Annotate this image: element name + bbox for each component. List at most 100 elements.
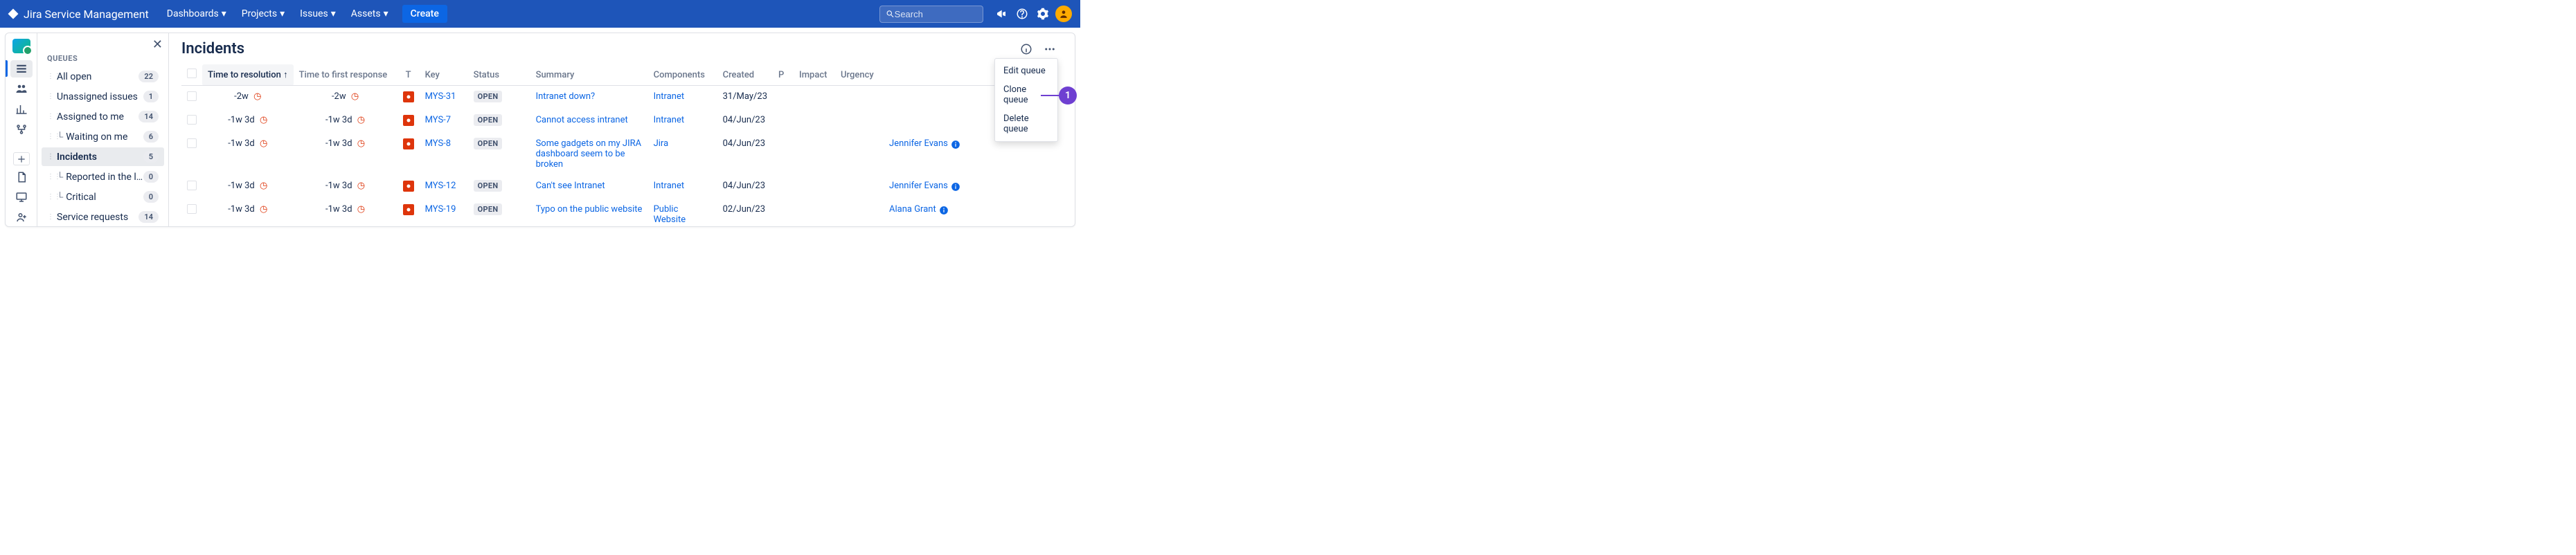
issue-key-link[interactable]: MYS-12 xyxy=(425,181,456,191)
row-checkbox[interactable] xyxy=(187,115,197,125)
queue-label: Incidents xyxy=(57,152,143,163)
component-link[interactable]: Public Website xyxy=(654,204,686,225)
megaphone-icon[interactable] xyxy=(992,4,1011,24)
component-link[interactable]: Intranet xyxy=(654,181,685,191)
rail-customers[interactable] xyxy=(10,80,33,98)
chevron-down-icon: ▾ xyxy=(222,8,226,19)
menu-projects[interactable]: Projects▾ xyxy=(236,4,290,24)
component-link[interactable]: Intranet xyxy=(654,91,685,102)
issue-type-incident-icon xyxy=(403,181,414,192)
queue-count-badge: 0 xyxy=(143,191,159,203)
drag-handle-icon: ⋮⋮ xyxy=(47,173,54,181)
status-badge: OPEN xyxy=(474,180,503,192)
menu-label: Assets xyxy=(351,8,381,19)
created-date: 04/Jun/23 xyxy=(717,133,773,175)
rail-monitor[interactable] xyxy=(10,189,33,206)
rail-reports[interactable] xyxy=(10,100,33,118)
queue-item[interactable]: ⋮⋮Assigned to me14 xyxy=(42,107,164,126)
rail-invite[interactable] xyxy=(10,209,33,226)
col-time-to-first[interactable]: Time to first response xyxy=(294,64,397,86)
menu-issues[interactable]: Issues▾ xyxy=(294,4,341,24)
issue-type-incident-icon xyxy=(403,91,414,102)
queue-item[interactable]: ⋮⋮└Waiting on me6 xyxy=(42,127,164,146)
drag-handle-icon: ⋮⋮ xyxy=(47,193,54,201)
avatar[interactable] xyxy=(1054,4,1073,24)
search-icon xyxy=(886,9,895,19)
select-all-checkbox[interactable] xyxy=(187,69,197,78)
assignee-link[interactable]: Alana Grant xyxy=(889,204,936,215)
queue-item[interactable]: ⋮⋮└Critical0 xyxy=(42,188,164,206)
info-icon[interactable] xyxy=(939,206,949,215)
issue-key-link[interactable]: MYS-31 xyxy=(425,91,456,102)
time-to-first-response: -1w 3d ◷ xyxy=(294,175,397,199)
summary-link[interactable]: Can't see Intranet xyxy=(536,181,605,191)
info-icon[interactable] xyxy=(951,140,960,149)
create-button[interactable]: Create xyxy=(402,5,447,23)
gear-icon[interactable] xyxy=(1033,4,1053,24)
help-icon[interactable] xyxy=(1012,4,1032,24)
rail-tree[interactable] xyxy=(10,120,33,138)
more-icon[interactable] xyxy=(1041,41,1058,57)
queue-label: Unassigned issues xyxy=(57,91,143,102)
status-badge: OPEN xyxy=(474,114,503,126)
queue-item[interactable]: ⋮⋮Unassigned issues1 xyxy=(42,87,164,106)
summary-link[interactable]: Some gadgets on my JIRA dashboard seem t… xyxy=(536,138,642,170)
top-menu: Dashboards▾ Projects▾ Issues▾ Assets▾ Cr… xyxy=(161,4,447,24)
issue-type-incident-icon xyxy=(403,138,414,149)
summary-link[interactable]: Typo on the public website xyxy=(536,204,643,215)
clock-breach-icon: ◷ xyxy=(357,115,365,125)
issue-key-link[interactable]: MYS-19 xyxy=(425,204,456,215)
info-icon[interactable] xyxy=(1018,41,1035,57)
jira-icon xyxy=(7,8,19,20)
row-checkbox[interactable] xyxy=(187,91,197,101)
queue-item[interactable]: ⋮⋮Service requests14 xyxy=(42,208,164,226)
queue-item[interactable]: ⋮⋮All open22 xyxy=(42,67,164,86)
callout-number: 1 xyxy=(1059,87,1077,104)
issues-table: Time to resolution ↑ Time to first respo… xyxy=(181,64,1058,226)
issue-key-link[interactable]: MYS-8 xyxy=(425,138,451,149)
col-impact[interactable]: Impact xyxy=(794,64,835,86)
rail-queues[interactable] xyxy=(10,60,33,78)
col-urgency[interactable]: Urgency xyxy=(835,64,884,86)
project-icon[interactable] xyxy=(12,39,30,53)
search-box[interactable] xyxy=(879,6,983,23)
close-sidebar[interactable]: ✕ xyxy=(152,37,163,52)
component-link[interactable]: Intranet xyxy=(654,115,685,125)
component-link[interactable]: Jira xyxy=(654,138,669,149)
queue-count-badge: 5 xyxy=(143,151,159,163)
menu-dashboards[interactable]: Dashboards▾ xyxy=(161,4,232,24)
col-key[interactable]: Key xyxy=(420,64,468,86)
info-icon[interactable] xyxy=(951,182,960,192)
col-created[interactable]: Created xyxy=(717,64,773,86)
queue-item[interactable]: ⋮⋮└Reported in the l...0 xyxy=(42,167,164,186)
issue-key-link[interactable]: MYS-7 xyxy=(425,115,451,125)
summary-link[interactable]: Intranet down? xyxy=(536,91,596,102)
queue-count-badge: 0 xyxy=(143,171,159,183)
assignee-link[interactable]: Jennifer Evans xyxy=(889,138,948,149)
col-status[interactable]: Status xyxy=(468,64,530,86)
row-checkbox[interactable] xyxy=(187,181,197,190)
col-priority[interactable]: P xyxy=(773,64,794,86)
search-input[interactable] xyxy=(895,9,977,19)
rail-doc[interactable] xyxy=(10,168,33,185)
col-time-to-resolution[interactable]: Time to resolution ↑ xyxy=(202,64,294,86)
drag-handle-icon: ⋮⋮ xyxy=(47,133,54,140)
queue-item[interactable]: ⋮⋮Incidents5 xyxy=(42,147,164,166)
summary-link[interactable]: Cannot access intranet xyxy=(536,115,628,125)
product-name: Jira Service Management xyxy=(24,8,149,21)
menu-label: Issues xyxy=(300,8,328,19)
chevron-down-icon: ▾ xyxy=(280,8,285,19)
time-to-resolution: -2w ◷ xyxy=(202,86,294,110)
chevron-down-icon: ▾ xyxy=(331,8,336,19)
row-checkbox[interactable] xyxy=(187,138,197,148)
menu-assets[interactable]: Assets▾ xyxy=(346,4,394,24)
col-components[interactable]: Components xyxy=(648,64,717,86)
product-logo[interactable]: Jira Service Management xyxy=(7,8,149,21)
menu-delete-queue[interactable]: Delete queue xyxy=(995,109,1057,138)
assignee-link[interactable]: Jennifer Evans xyxy=(889,181,948,191)
col-summary[interactable]: Summary xyxy=(530,64,648,86)
rail-add[interactable] xyxy=(13,152,30,165)
col-type[interactable]: T xyxy=(397,64,420,86)
menu-edit-queue[interactable]: Edit queue xyxy=(995,62,1057,80)
row-checkbox[interactable] xyxy=(187,204,197,214)
